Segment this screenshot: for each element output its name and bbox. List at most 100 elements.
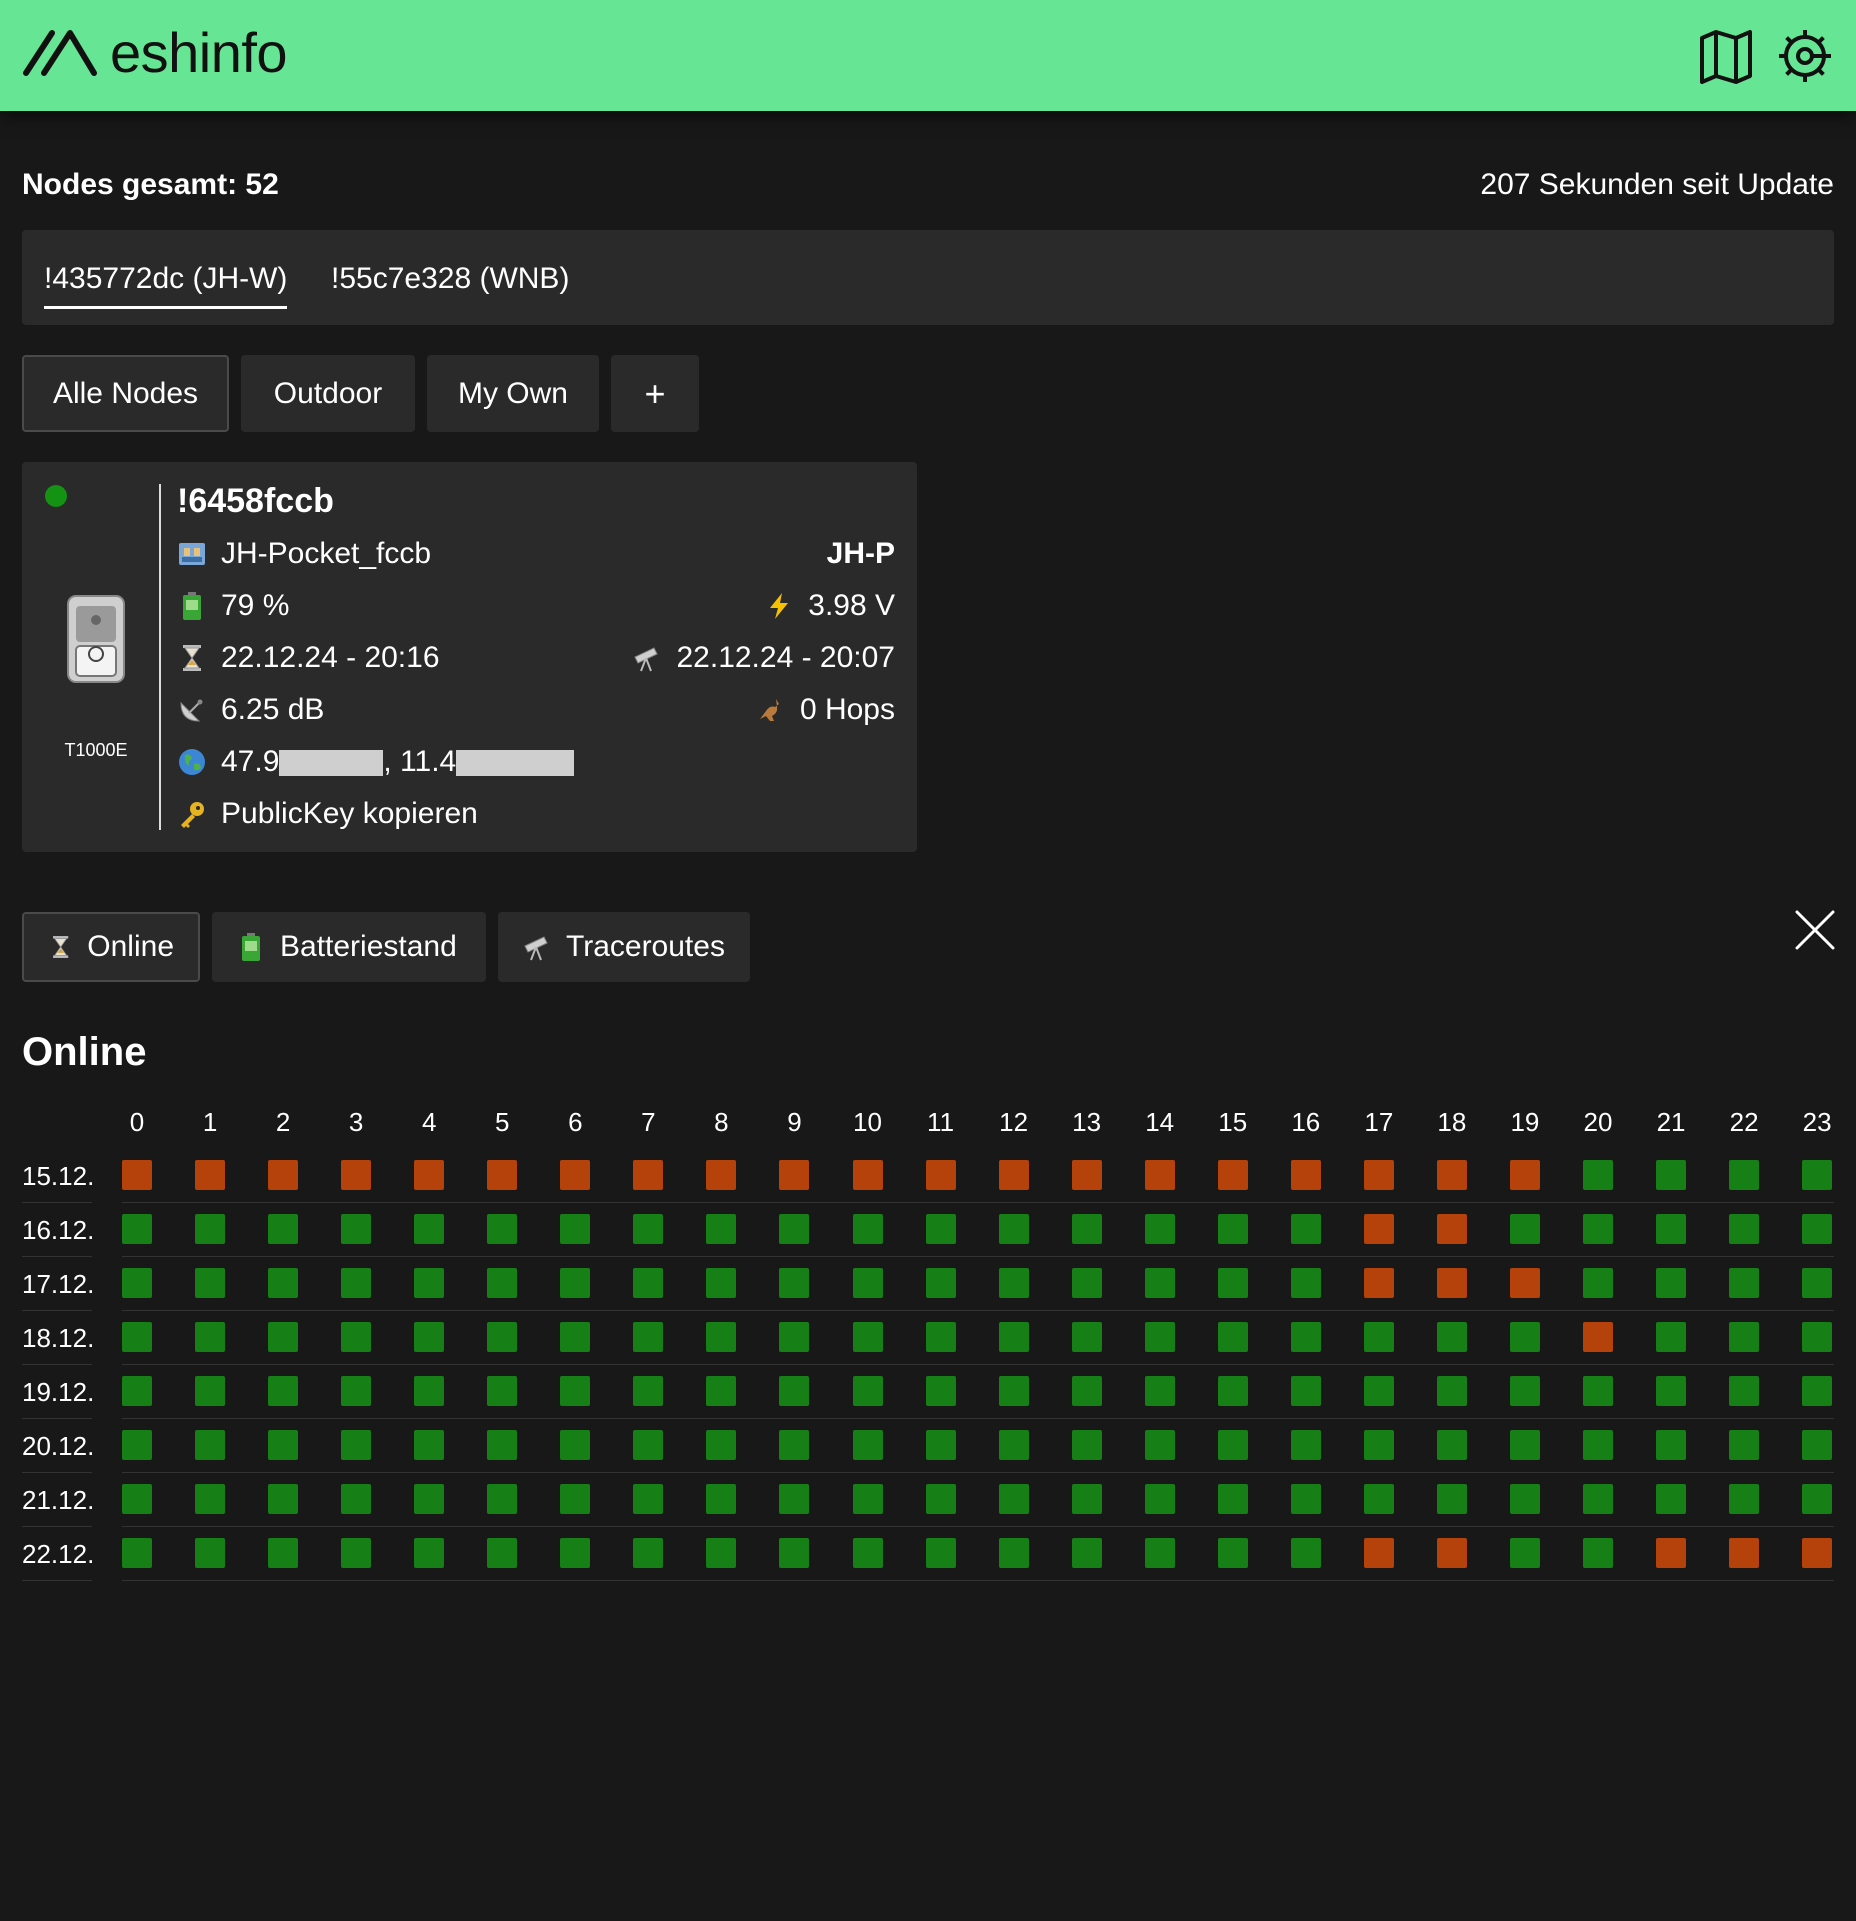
row-divider [122,1526,1834,1527]
online-cell [414,1214,445,1244]
online-cell [1583,1214,1613,1244]
tab-online-label: Online [87,930,174,963]
voltage-row: 3.98 V [764,589,895,623]
online-cell [1509,1484,1540,1514]
online-cell [341,1322,372,1352]
hour-label: 14 [1145,1107,1175,1137]
hour-label: 20 [1583,1107,1613,1137]
filter-outdoor-button[interactable]: Outdoor [241,355,415,432]
online-cell [122,1322,152,1352]
online-cell [487,1214,518,1244]
hour-label: 6 [568,1107,583,1137]
tab-battery-label: Batteriestand [280,930,457,963]
redacted-latitude [279,750,384,777]
copy-key-row[interactable]: PublicKey kopieren [177,797,478,831]
last-heard-row: 22.12.24 - 20:16 [177,641,440,675]
online-cell [852,1268,883,1298]
online-cell [998,1538,1029,1568]
online-cell [1583,1430,1613,1460]
online-cell [487,1376,518,1406]
online-cell [852,1430,883,1460]
hour-label: 2 [275,1107,291,1137]
latitude-prefix: 47.9 [221,745,280,778]
online-cell [1436,1322,1467,1352]
copy-public-key-link[interactable]: PublicKey kopieren [221,797,478,831]
offline-cell [1363,1214,1394,1244]
online-cell [852,1484,883,1514]
online-cell [414,1268,445,1298]
online-cell [706,1322,737,1352]
filter-all-nodes-button[interactable]: Alle Nodes [22,355,229,432]
day-label: 19.12. [22,1377,95,1407]
day-divider [22,1202,92,1203]
online-cell [195,1484,226,1514]
kangaroo-icon [759,699,779,721]
tab-traceroutes[interactable]: Traceroutes [498,912,750,982]
online-cell [122,1214,152,1244]
online-cell [122,1538,152,1568]
row-divider [122,1472,1834,1473]
online-cell [633,1268,664,1298]
device-model: T1000E [64,740,128,760]
online-cell [487,1430,518,1460]
last-traceroute-time: 22.12.24 - 20:07 [676,641,895,674]
row-divider [122,1256,1834,1257]
online-section-title: Online [22,1030,147,1074]
online-cell [195,1214,226,1244]
tab-source-wnb[interactable]: !55c7e328 (WNB) [331,262,569,306]
online-cell [706,1214,737,1244]
row-divider [122,1418,1834,1419]
online-cell [1436,1376,1467,1406]
app-logo[interactable]: eshinfo [22,18,288,88]
update-timer: 207 Sekunden seit Update [1480,168,1834,201]
battery-icon [242,933,260,961]
day-divider [22,1364,92,1365]
snr-value: 6.25 dB [221,693,325,726]
node-short-name: JH-P [826,537,895,570]
hour-label: 8 [714,1107,729,1137]
offline-cell [487,1160,518,1190]
offline-cell [852,1160,883,1190]
online-cell [560,1430,591,1460]
online-cell [1071,1376,1102,1406]
online-cell [1729,1214,1760,1244]
online-cell [925,1322,956,1352]
online-cell [268,1430,299,1460]
online-cell [1583,1268,1613,1298]
online-cell [195,1376,226,1406]
map-icon[interactable] [1696,26,1756,86]
online-cell [268,1484,299,1514]
hour-label: 4 [421,1107,437,1137]
online-cell [925,1376,956,1406]
filter-my-own-button[interactable]: My Own [427,355,599,432]
online-cell [925,1430,956,1460]
online-cell [1729,1484,1760,1514]
key-icon [181,802,204,828]
offline-cell [268,1160,299,1190]
hourglass-icon [53,936,69,958]
online-cell [852,1322,883,1352]
settings-gear-icon[interactable] [1775,26,1835,86]
node-card[interactable]: T1000E !6458fccb JH-Pocket_fccb JH-P 79 … [22,462,917,852]
tab-source-jh-w[interactable]: !435772dc (JH-W) [44,262,288,309]
online-cell [1729,1430,1760,1460]
day-label: 21.12. [22,1485,95,1515]
hops-row: 0 Hops [756,693,895,727]
close-icon[interactable] [1795,910,1835,950]
hour-label: 15 [1218,1107,1248,1137]
offline-cell [1363,1160,1394,1190]
online-cell [1217,1538,1248,1568]
online-cell [1363,1484,1394,1514]
tab-battery[interactable]: Batteriestand [212,912,486,982]
online-cell [1509,1214,1540,1244]
mesh-logo-icon [23,30,97,76]
add-filter-button[interactable]: + [611,355,699,432]
longitude-prefix: , 11.4 [383,745,457,778]
online-cell [1802,1322,1833,1352]
online-cell [1363,1430,1394,1460]
online-cell [998,1376,1029,1406]
online-cell [341,1484,372,1514]
online-cell [1509,1322,1540,1352]
online-cell [779,1214,810,1244]
tab-online[interactable]: Online [22,912,200,982]
